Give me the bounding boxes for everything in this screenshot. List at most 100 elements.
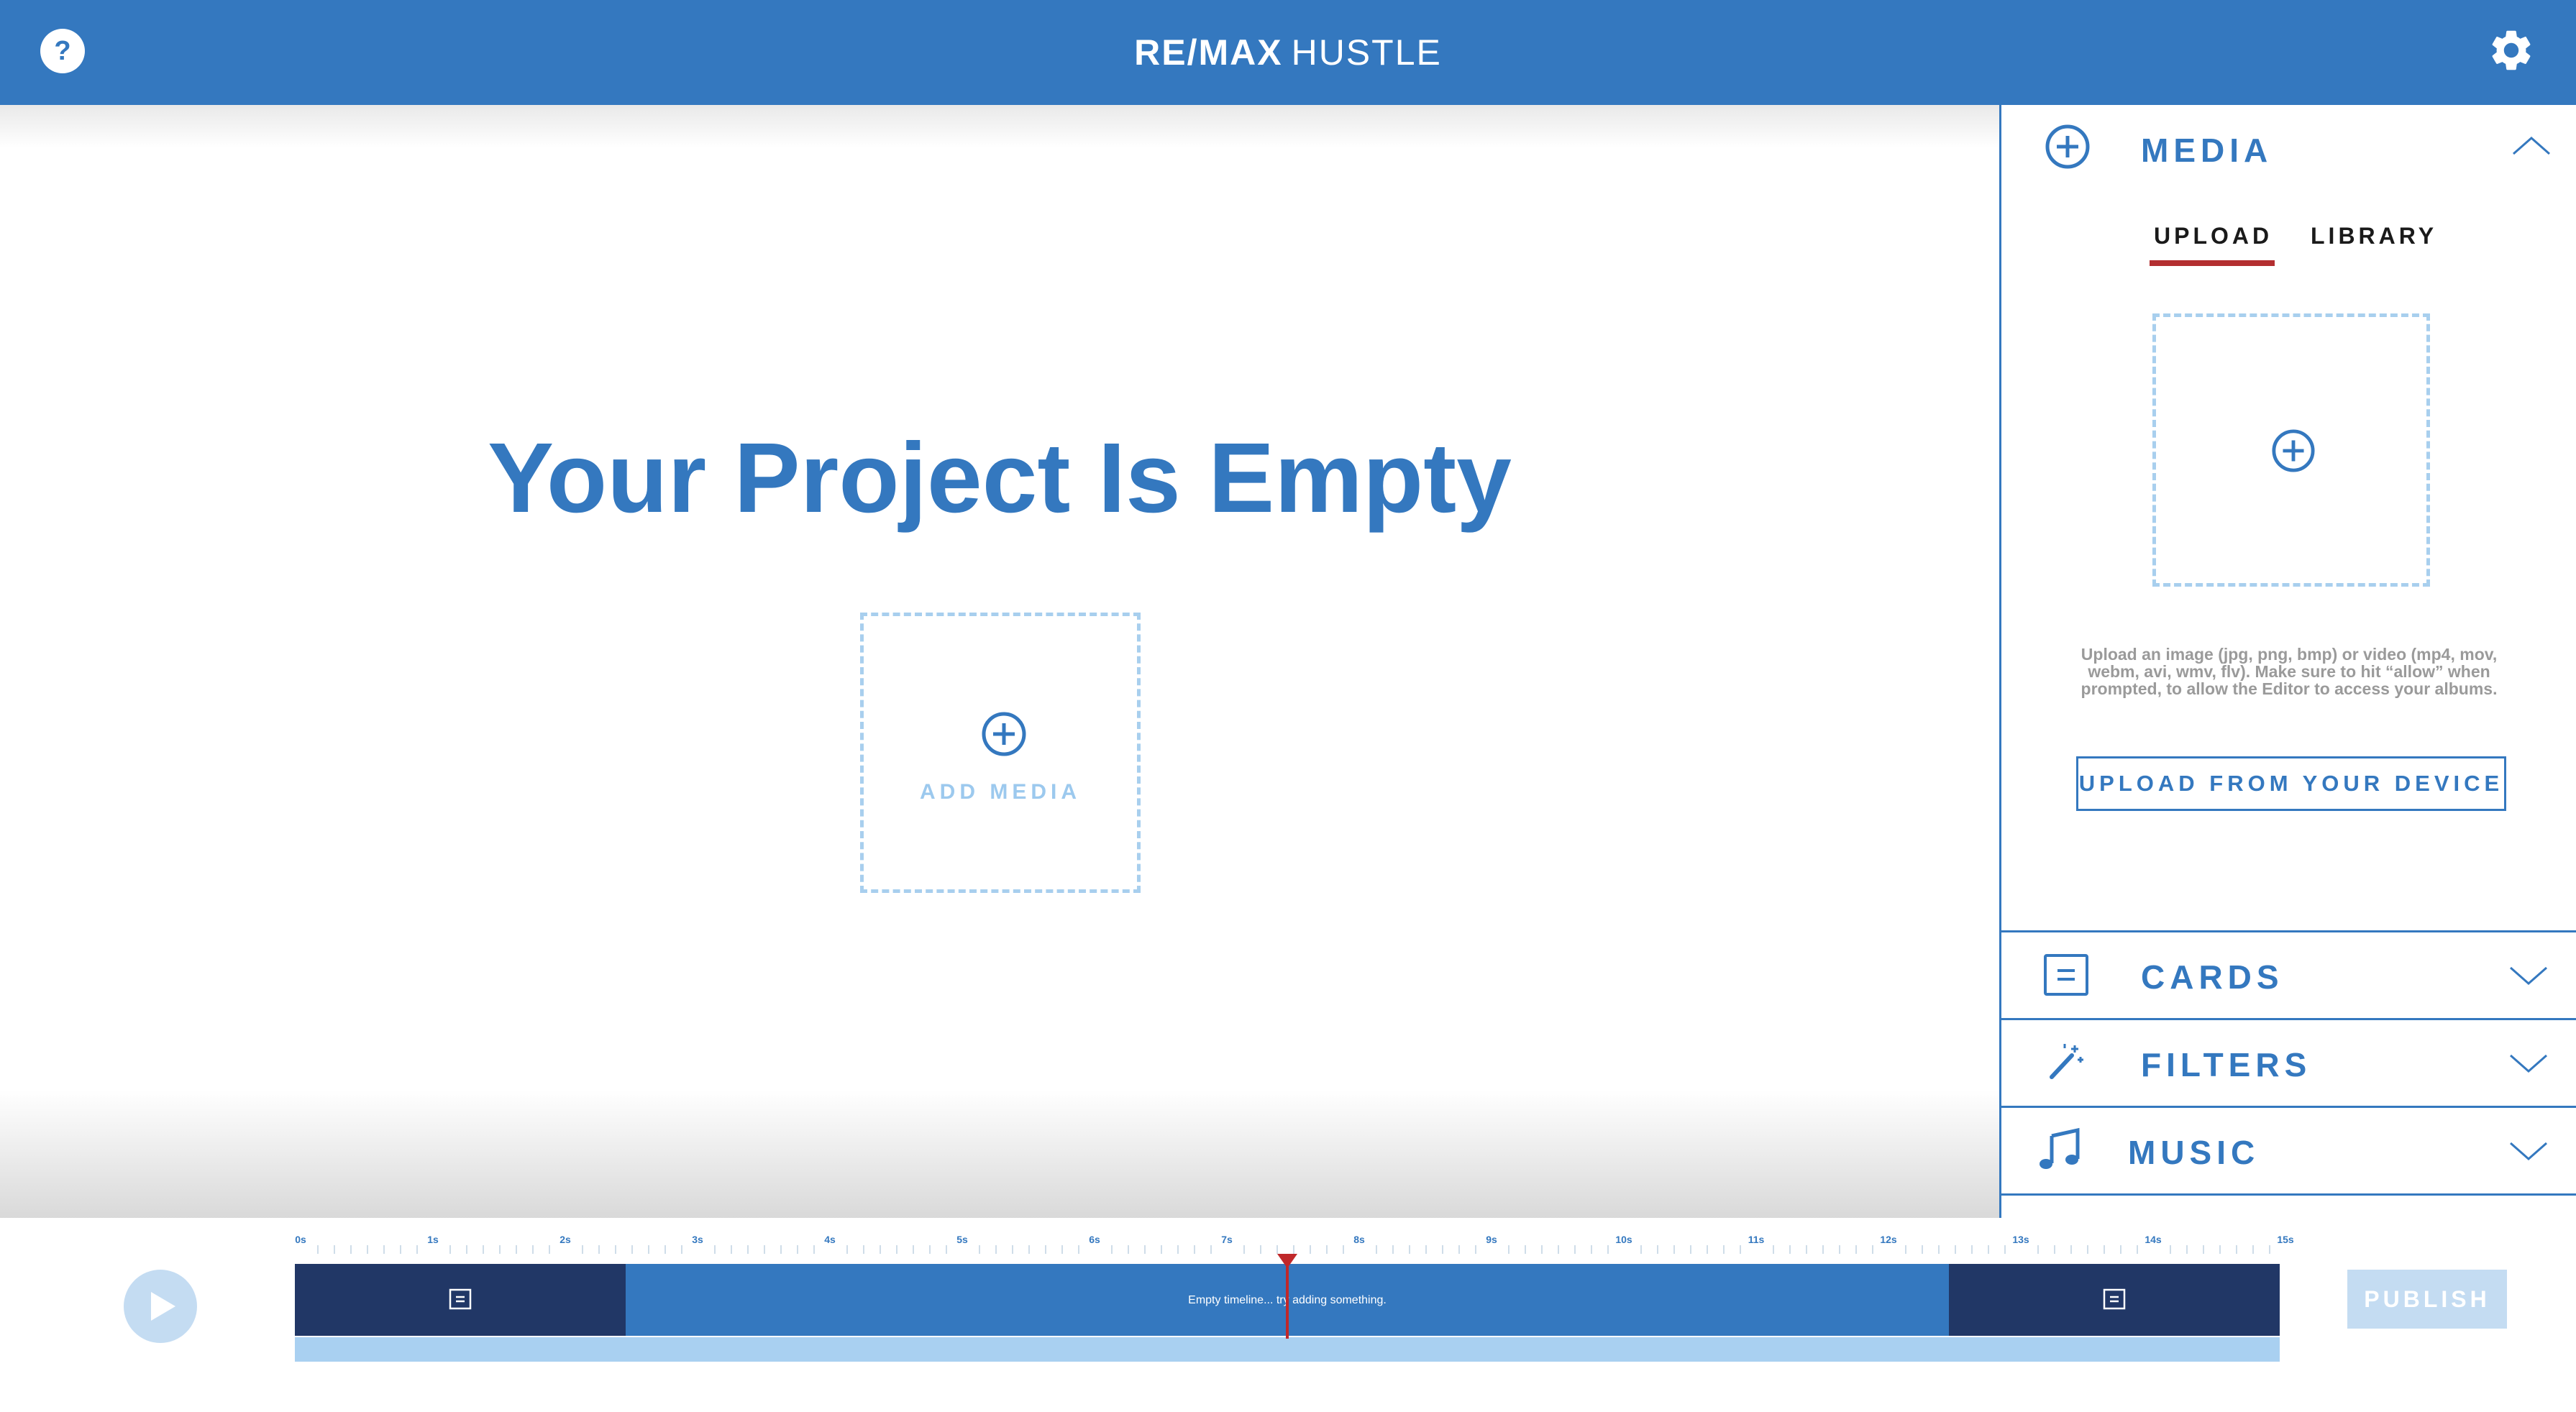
tick-mark <box>1673 1245 1675 1254</box>
tick-label: 14s <box>2145 1234 2162 1245</box>
tick-mark <box>1723 1245 1725 1254</box>
tick-label: 12s <box>1880 1234 1897 1245</box>
tick-mark <box>2004 1245 2006 1254</box>
tick-mark <box>681 1245 682 1254</box>
tick-mark <box>648 1245 649 1254</box>
tick-mark <box>1276 1245 1278 1254</box>
chevron-down-icon[interactable] <box>2508 1140 2549 1162</box>
tick-mark <box>1376 1245 1377 1254</box>
tick-mark <box>2087 1245 2088 1254</box>
tick-mark <box>995 1245 997 1254</box>
tick-mark <box>764 1245 765 1254</box>
tick-mark <box>979 1245 980 1254</box>
tick-mark <box>2054 1245 2055 1254</box>
chevron-down-icon[interactable] <box>2508 1053 2549 1074</box>
tick-mark <box>1905 1245 1906 1254</box>
tick-mark <box>1955 1245 1956 1254</box>
tick-mark <box>880 1245 881 1254</box>
tick-label: 13s <box>2012 1234 2029 1245</box>
tick-mark <box>1012 1245 1013 1254</box>
section-divider <box>2001 1106 2576 1108</box>
tick-mark <box>714 1245 716 1254</box>
tick-mark <box>1938 1245 1940 1254</box>
tick-mark <box>1045 1245 1046 1254</box>
tick-mark <box>367 1245 368 1254</box>
tick-mark <box>631 1245 633 1254</box>
tick-label: 15s <box>2277 1234 2294 1245</box>
tick-mark <box>1243 1245 1245 1254</box>
tick-mark <box>1525 1245 1526 1254</box>
gear-icon[interactable] <box>2487 26 2536 75</box>
tick-mark <box>2269 1245 2270 1254</box>
tick-mark <box>913 1245 914 1254</box>
tick-mark <box>2236 1245 2237 1254</box>
tick-mark <box>1475 1245 1476 1254</box>
tick-mark <box>1343 1245 1344 1254</box>
section-divider <box>2001 1018 2576 1020</box>
plus-circle-icon <box>982 712 1026 756</box>
add-media-label: ADD MEDIA <box>920 780 1081 804</box>
tick-mark <box>1425 1245 1427 1254</box>
upload-hint-text: Upload an image (jpg, png, bmp) or video… <box>2081 645 2498 698</box>
playhead-line[interactable] <box>1286 1260 1289 1339</box>
tick-mark <box>1293 1245 1294 1254</box>
chevron-down-icon[interactable] <box>2508 965 2549 986</box>
tick-label: 4s <box>824 1234 836 1245</box>
brand-logo: RE/MAX HUSTLE <box>0 32 2576 73</box>
tick-mark <box>1260 1245 1261 1254</box>
upload-dropzone[interactable] <box>2152 313 2430 587</box>
chevron-up-icon[interactable] <box>2511 135 2552 157</box>
plus-circle-icon <box>2045 124 2090 169</box>
upload-from-device-button[interactable]: UPLOAD FROM YOUR DEVICE <box>2076 756 2506 811</box>
active-tab-indicator <box>2150 260 2275 266</box>
publish-button[interactable]: PUBLISH <box>2347 1270 2507 1329</box>
music-note-icon <box>2040 1127 2080 1169</box>
tick-mark <box>1773 1245 1774 1254</box>
tick-mark <box>1210 1245 1212 1254</box>
tick-mark <box>1789 1245 1791 1254</box>
magic-wand-icon <box>2050 1044 2083 1079</box>
tick-mark <box>1144 1245 1146 1254</box>
tick-mark <box>813 1245 815 1254</box>
media-section-title: MEDIA <box>2141 132 2273 169</box>
audio-track[interactable] <box>295 1337 2280 1362</box>
tick-mark <box>449 1245 451 1254</box>
tick-label: 6s <box>1089 1234 1100 1245</box>
tick-mark <box>1690 1245 1691 1254</box>
tick-mark <box>2186 1245 2188 1254</box>
play-button[interactable] <box>124 1270 197 1343</box>
tick-mark <box>664 1245 666 1254</box>
tick-mark <box>2120 1245 2121 1254</box>
tick-mark <box>1078 1245 1079 1254</box>
tick-mark <box>598 1245 600 1254</box>
tick-mark <box>582 1245 583 1254</box>
tick-mark <box>2252 1245 2254 1254</box>
card-icon <box>449 1288 472 1310</box>
add-media-dropzone[interactable]: ADD MEDIA <box>860 613 1141 893</box>
tick-mark <box>1657 1245 1658 1254</box>
tick-label: 11s <box>1748 1234 1765 1245</box>
tick-mark <box>747 1245 749 1254</box>
intro-card-clip[interactable] <box>295 1264 626 1336</box>
music-section-title: MUSIC <box>2128 1134 2260 1171</box>
empty-project-title: Your Project Is Empty <box>488 423 1512 533</box>
tick-mark <box>1574 1245 1576 1254</box>
tick-mark <box>946 1245 947 1254</box>
tick-mark <box>797 1245 798 1254</box>
tick-mark <box>1640 1245 1642 1254</box>
tick-mark <box>1971 1245 1973 1254</box>
tab-library[interactable]: LIBRARY <box>2311 223 2437 249</box>
outro-card-clip[interactable] <box>1949 1264 2280 1336</box>
tick-mark <box>1872 1245 1873 1254</box>
tick-mark <box>1409 1245 1410 1254</box>
section-divider <box>2001 930 2576 932</box>
sidebar-panel: MEDIA UPLOAD LIBRARY Upload an image (jp… <box>1999 105 2576 1218</box>
tick-mark <box>383 1245 385 1254</box>
timeline-ruler: 0s 1s 2s 3s 4s 5s 6s 7s 8s 9s 10s 11s 12s 13s 14s 15s <box>295 1218 2294 1257</box>
tick-mark <box>549 1245 550 1254</box>
tick-mark <box>400 1245 401 1254</box>
tick-mark <box>350 1245 352 1254</box>
tick-label: 8s <box>1353 1234 1365 1245</box>
tick-mark <box>416 1245 418 1254</box>
tab-upload[interactable]: UPLOAD <box>2154 223 2273 249</box>
